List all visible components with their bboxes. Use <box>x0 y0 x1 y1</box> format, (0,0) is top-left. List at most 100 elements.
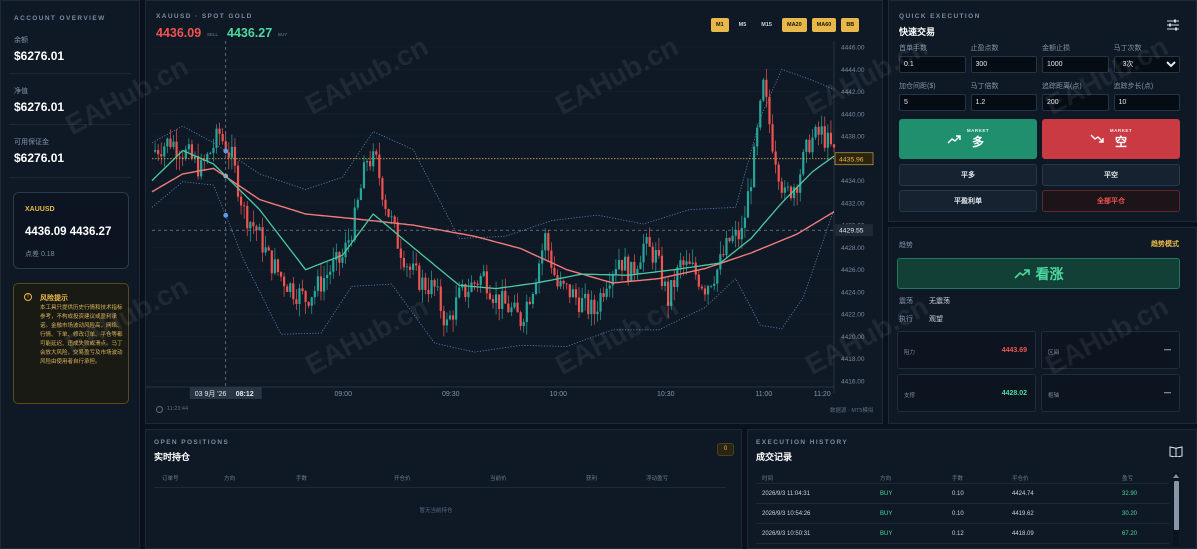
timeframe-ma60-button[interactable]: MA60 <box>811 18 837 32</box>
quick-field-input-7[interactable] <box>1113 94 1180 111</box>
candle-body <box>633 261 636 274</box>
quick-field-input-5[interactable] <box>970 94 1037 111</box>
settings-sliders-icon[interactable] <box>1166 18 1180 31</box>
candle-body <box>421 277 424 290</box>
timeframe-m15-button[interactable]: M15 <box>756 18 777 32</box>
candle-body <box>190 144 194 159</box>
candle-body <box>399 248 402 258</box>
candle-body <box>623 256 627 271</box>
field-labels-row-2: 加仓间距($) 马丁倍数 追踪距离(点) 追踪步长(点) <box>899 81 1180 91</box>
quick-field-input-0[interactable] <box>899 56 966 73</box>
candle-body <box>525 301 528 322</box>
candle-body <box>580 298 584 313</box>
positions-column-header: 浮动盈亏 <box>646 476 669 482</box>
candle-body <box>442 310 445 326</box>
field-inputs-row-1: 3次 <box>899 56 1180 73</box>
candle-body <box>802 151 805 175</box>
field-label: 追踪步长(点) <box>1113 83 1154 90</box>
field-label: 加仓间距($) <box>899 83 936 90</box>
candle-body <box>627 256 630 282</box>
candle-body <box>574 289 578 298</box>
candle-body <box>332 259 335 272</box>
positions-table-header: 订单号 方向 手数 开仓价 当前价 获利 浮动盈亏 <box>154 474 726 488</box>
trend-mode: 趋势模式 <box>1151 241 1179 248</box>
y-tick-label: 4446.00 <box>841 45 865 52</box>
candle-body <box>329 271 332 275</box>
candle-body <box>467 291 470 298</box>
candle-body <box>617 259 621 270</box>
close-long-button[interactable]: 平多 <box>899 164 1037 186</box>
quick-caption: QUICK EXECUTION <box>899 13 981 20</box>
candle-body <box>390 216 393 218</box>
candle-body <box>408 266 412 270</box>
candle-body <box>353 207 356 241</box>
timeframe-ma20-button[interactable]: MA20 <box>781 18 807 32</box>
candle-body <box>279 272 283 277</box>
history-cell: 30.20 <box>1122 511 1138 517</box>
history-cell: 0.10 <box>952 511 964 517</box>
history-scrollbar[interactable] <box>1173 472 1179 546</box>
quick-field-input-2[interactable] <box>1042 56 1109 73</box>
candle-body <box>172 141 175 148</box>
quote-card[interactable]: XAUUSD 4436.09 4436.27 点差 0.18 <box>13 192 129 269</box>
candle-body <box>445 319 449 326</box>
bid-tag: SELL <box>207 32 219 37</box>
book-icon[interactable] <box>1169 444 1183 462</box>
quick-field-input-6[interactable] <box>1042 94 1109 111</box>
price-chart[interactable]: 4446.004444.004442.004440.004438.004436.… <box>146 41 882 419</box>
quick-title: 快速交易 <box>899 27 936 37</box>
level-value: 4443.69 <box>1001 347 1027 354</box>
candle-body <box>510 307 513 313</box>
trend-panel: 趋势 趋势模式 看涨 震荡 无震荡 执行 观望 阻力 4443.69 区间 — 支撑 44… <box>888 227 1197 424</box>
close-profit-button[interactable]: 平盈利单 <box>899 190 1037 212</box>
candle-body <box>639 262 642 269</box>
candle-body <box>365 161 369 163</box>
timeframe-bb-button[interactable]: BB <box>841 18 860 32</box>
close-all-button[interactable]: 全部平仓 <box>1042 190 1180 212</box>
candle-body <box>519 312 522 327</box>
candle-body <box>298 288 301 304</box>
candle-body <box>313 290 316 298</box>
candle-body <box>759 100 762 128</box>
candle-body <box>556 275 559 287</box>
candle-body <box>448 315 452 320</box>
candle-body <box>491 299 495 303</box>
positions-column-header: 方向 <box>224 476 236 482</box>
quick-field-input-1[interactable] <box>970 56 1037 73</box>
candle-body <box>455 297 458 320</box>
candle-body <box>753 146 756 188</box>
timeframe-m1-button[interactable]: M1 <box>711 18 729 32</box>
timeframe-m5-button[interactable]: M5 <box>734 18 752 32</box>
candle-body <box>516 302 519 313</box>
candle-body <box>654 249 657 263</box>
y-tick-label: 4416.00 <box>841 379 865 386</box>
candle-body <box>335 252 338 260</box>
bollinger-upper-band <box>151 68 835 239</box>
history-row[interactable]: 2026/9/3 10:54:26 BUY 0.10 4419.62 30.20 <box>756 504 1169 524</box>
candle-body <box>722 254 725 256</box>
candle-body <box>651 246 654 263</box>
x-tick-label: 09:00 <box>334 391 352 398</box>
history-row[interactable]: 2026/9/3 10:50:31 BUY 0.12 4418.09 67.20 <box>756 524 1169 544</box>
scrollbar-thumb[interactable] <box>1173 481 1179 530</box>
candle-body <box>243 205 246 207</box>
candle-body <box>276 259 280 273</box>
candle-body <box>614 269 617 275</box>
quick-field-input-4[interactable] <box>899 94 966 111</box>
candle-body <box>734 230 737 236</box>
close-short-button[interactable]: 平空 <box>1042 164 1180 186</box>
candle-body <box>412 263 415 270</box>
candle-body <box>737 230 740 240</box>
candle-body <box>608 285 611 289</box>
buy-market-button[interactable]: MARKET 多 <box>899 119 1037 159</box>
candle-body <box>587 293 590 315</box>
clock-icon <box>156 406 163 413</box>
sell-market-button[interactable]: MARKET 空 <box>1042 119 1180 159</box>
martin-count-select[interactable]: 3次 <box>1113 56 1180 73</box>
field-label: 首单手数 <box>899 45 927 52</box>
scroll-up-arrow[interactable] <box>1173 474 1179 478</box>
bid-price: 4436.09 <box>156 26 202 40</box>
candle-body <box>295 299 298 304</box>
level-label: 枢轴 <box>1048 393 1060 399</box>
history-row[interactable]: 2026/9/3 11:04:31 BUY 0.10 4424.74 32.90 <box>756 484 1169 504</box>
